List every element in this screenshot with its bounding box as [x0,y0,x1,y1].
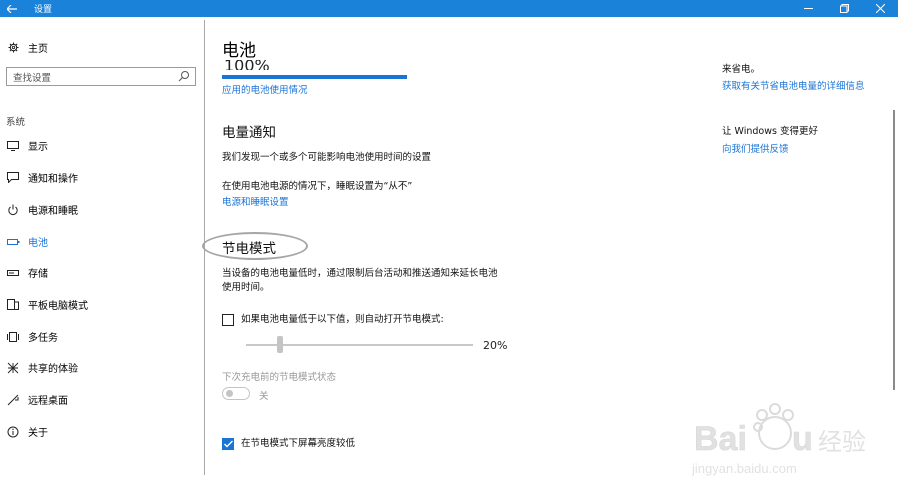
sidebar-item-battery[interactable]: 电池 [6,234,48,249]
storage-icon [6,266,20,280]
sleep-text: 在使用电池电源的情况下，睡眠设置为“从不” [222,181,413,192]
close-button[interactable] [862,0,898,17]
checkmark-icon [223,440,233,448]
slider-value: 20% [483,339,508,352]
scrollbar[interactable] [893,110,895,390]
search-icon [178,71,189,82]
share-icon [6,361,20,375]
battery-icon [6,235,20,249]
sidebar-item-label: 电池 [28,238,48,249]
sidebar-item-label: 共享的体验 [28,364,78,375]
battery-percent: 100% [224,60,270,70]
sidebar-item-multitask[interactable]: 多任务 [6,329,58,344]
sidebar-home-label: 主页 [28,44,48,55]
sidebar-item-storage[interactable]: 存储 [6,265,48,280]
window-title: 设置 [34,5,53,15]
svg-text:经验: 经验 [818,428,866,456]
toggle-state-label: 关 [259,391,269,402]
battery-tips-link[interactable]: 获取有关节省电池电量的详细信息 [722,78,865,92]
sidebar-item-label: 远程桌面 [28,396,68,407]
svg-text:Bai: Bai [694,420,747,458]
svg-text:u: u [792,420,813,458]
sidebar-item-remote[interactable]: 远程桌面 [6,392,68,407]
monitor-icon [6,139,20,153]
sidebar-item-label: 显示 [28,142,48,153]
notify-text: 我们发现一个或多个可能影响电池使用时间的设置 [222,152,432,163]
brightness-label: 在节电模式下屏幕亮度较低 [241,438,356,449]
saver-desc-line2: 使用时间。 [222,282,270,293]
power-sleep-link[interactable]: 电源和睡眠设置 [222,194,289,208]
auto-saver-label: 如果电池电量低于以下值，则自动打开节电模式: [241,314,444,325]
search-placeholder: 查找设置 [13,72,52,84]
toggle-knob [226,390,233,397]
sidebar-item-display[interactable]: 显示 [6,138,48,153]
sidebar-item-label: 关于 [28,428,48,439]
sidebar-item-label: 多任务 [28,333,58,344]
tablet-icon [6,298,20,312]
feedback-link[interactable]: 向我们提供反馈 [722,141,789,155]
feedback-heading: 让 Windows 变得更好 [722,126,818,137]
sidebar-item-power[interactable]: 电源和睡眠 [6,202,78,217]
sidebar-home[interactable]: 主页 [6,40,48,55]
saver-desc-line1: 当设备的电池电量低时，通过限制后台活动和推送通知来延长电池 [222,268,498,279]
sidebar-item-shared[interactable]: 共享的体验 [6,360,78,375]
sidebar-item-tablet[interactable]: 平板电脑模式 [6,297,88,312]
back-arrow-icon[interactable] [0,0,24,17]
search-input[interactable]: 查找设置 [6,67,196,86]
saver-heading: 节电模式 [222,241,276,257]
sidebar-item-label: 电源和睡眠 [28,206,78,217]
slider-thumb[interactable] [277,336,283,353]
sidebar-item-notifications[interactable]: 通知和操作 [6,170,78,185]
main-content: 电池 100% 应用的电池使用情况 电量通知 我们发现一个或多个可能影响电池使用… [202,17,692,478]
battery-usage-link[interactable]: 应用的电池使用情况 [222,82,308,96]
svg-text:jingyan.baidu.com: jingyan.baidu.com [691,461,797,476]
multitask-icon [6,330,20,344]
maximize-button[interactable] [826,0,862,17]
minimize-button[interactable] [790,0,826,17]
brightness-checkbox[interactable] [222,438,234,450]
info-icon [6,425,20,439]
watermark-logo: Bai u 经验 jingyan.baidu.com [691,403,866,476]
notification-icon [6,171,20,185]
sidebar: 主页 查找设置 系统 显示 通知和操作 电源和睡眠 电池 存储 平板电脑模式 多… [0,17,205,478]
next-charge-label: 下次充电前的节电模式状态 [222,372,337,383]
remote-icon [6,393,20,407]
auto-saver-checkbox[interactable] [222,314,234,326]
page-title: 电池 [222,41,256,61]
notify-heading: 电量通知 [222,125,276,141]
gear-icon [6,41,20,55]
battery-level-bar [222,75,407,79]
sidebar-item-label: 平板电脑模式 [28,301,88,312]
sidebar-item-about[interactable]: 关于 [6,424,48,439]
sidebar-item-label: 存储 [28,269,48,280]
title-bar: 设置 [0,0,898,17]
sidebar-section-label: 系统 [6,117,26,128]
sidebar-item-label: 通知和操作 [28,174,78,185]
partial-text: 来省电。 [722,64,761,75]
power-icon [6,203,20,217]
saver-toggle[interactable] [222,387,250,400]
